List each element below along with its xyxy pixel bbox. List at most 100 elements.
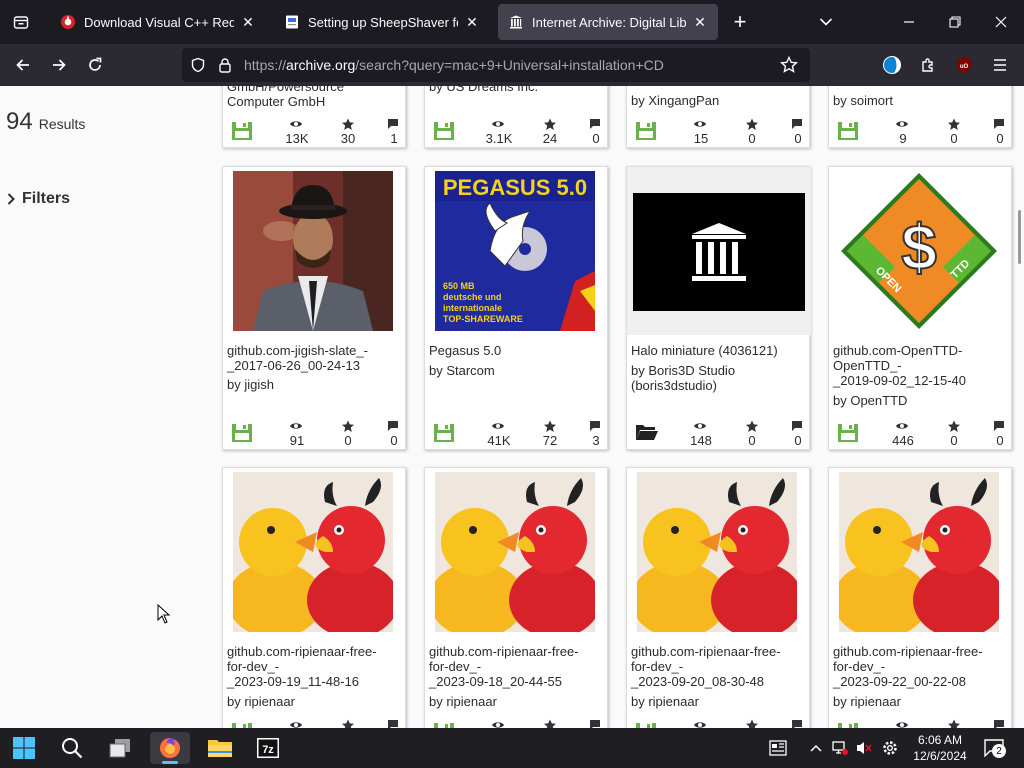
reload-button[interactable] [80,50,110,80]
views-eye-icon [895,718,909,728]
close-window-button[interactable] [978,0,1024,44]
result-card[interactable]: github.com-ripienaar-free- for-dev_- _20… [626,467,810,728]
tab-title: Setting up SheepShaver for Win [308,14,458,30]
result-card[interactable]: by XingangPan 15 0 0 [626,86,810,148]
item-thumbnail-rubber-ducks[interactable] [435,472,595,632]
item-title[interactable]: github.com-ripienaar-free- for-dev_- _20… [227,644,403,689]
tab-visual-cpp[interactable]: Download Visual C++ Redistrib ✕ [50,4,266,40]
item-creator[interactable]: by US Dreams Inc. [429,86,605,94]
app-menu-button[interactable] [985,50,1015,80]
result-card[interactable]: by US Dreams Inc. 3.1K 24 0 [424,86,608,148]
taskbar-search-button[interactable] [52,732,92,764]
tab-internet-archive[interactable]: Internet Archive: Digital Library ✕ [498,4,718,40]
item-stats: 446 0 0 [829,419,1013,449]
item-thumbnail-archive-logo[interactable] [633,193,805,311]
back-button[interactable] [8,50,38,80]
address-bar[interactable]: https://archive.org/search?query=mac+9+U… [182,48,810,82]
item-title[interactable]: github.com-ripienaar-free- for-dev_- _20… [833,644,1009,689]
result-card[interactable]: PEGASUS 5.0 650 MB deutsche und internat… [424,166,608,450]
result-card[interactable]: github.com-jigish-slate_- _2017-06-26_00… [222,166,406,450]
favorites-star-icon [543,117,557,131]
opera-red-icon [60,14,76,30]
notification-center-button[interactable]: 2 [982,738,1008,758]
list-all-tabs-button[interactable] [812,8,840,36]
reload-icon [89,57,102,71]
close-tab-icon[interactable]: ✕ [464,14,480,30]
tracking-protection-shield-icon[interactable] [190,57,206,78]
item-thumbnail-rubber-ducks[interactable] [637,472,797,632]
item-thumbnail-openttd-logo[interactable]: $ OPEN TTD [839,171,999,331]
item-creator[interactable]: by Starcom [429,363,605,378]
item-creator[interactable]: by jigish [227,377,403,392]
vpn-extension-button[interactable] [877,50,907,80]
views-eye-icon [289,419,303,433]
item-title[interactable]: Pegasus 5.0 [429,343,605,358]
views-eye-icon [289,117,303,131]
item-thumbnail-rubber-ducks[interactable] [839,472,999,632]
item-creator[interactable]: by ripienaar [227,694,403,709]
item-creator[interactable]: by OpenTTD [833,393,1009,408]
views-eye-icon [693,419,707,433]
item-title[interactable]: Halo miniature (4036121) [631,343,807,358]
item-thumbnail-portrait[interactable] [233,171,393,331]
close-tab-icon[interactable]: ✕ [692,14,708,30]
result-card[interactable]: GmbH/Powersource Computer GmbH 13K 30 1 [222,86,406,148]
url-text[interactable]: https://archive.org/search?query=mac+9+U… [244,57,664,73]
item-stats: 148 0 0 [627,419,811,449]
item-title[interactable]: github.com-ripienaar-free- for-dev_- _20… [631,644,807,689]
item-title[interactable]: GmbH/Powersource Computer GmbH [227,86,403,109]
item-title[interactable]: github.com-jigish-slate_- _2017-06-26_00… [227,343,403,373]
reviews-comment-icon [387,718,399,728]
chevron-up-icon[interactable] [806,738,826,758]
firefox-view-button[interactable] [0,0,42,44]
bookmark-star-icon[interactable] [779,55,799,79]
item-creator[interactable]: by soimort [833,93,1009,108]
settings-gear-icon[interactable] [880,738,900,758]
result-card[interactable]: github.com-ripienaar-free- for-dev_- _20… [424,467,608,728]
url-path: /search?query=mac+9+Universal+installati… [355,57,664,73]
result-card[interactable]: $ OPEN TTD github.com-OpenTTD- OpenTTD_-… [828,166,1012,450]
extensions-button[interactable] [913,50,943,80]
page-icon [284,14,300,30]
forward-button[interactable] [44,50,74,80]
item-creator[interactable]: by ripienaar [833,694,1009,709]
item-creator[interactable]: by Boris3D Studio (boris3dstudio) [631,363,807,393]
item-thumbnail-pegasus-cover[interactable]: PEGASUS 5.0 650 MB deutsche und internat… [435,171,595,331]
page-scrollbar-thumb[interactable] [1018,210,1021,264]
views-eye-icon [895,419,909,433]
favorites-star-icon [341,718,355,728]
new-tab-button[interactable]: + [726,8,754,36]
views-eye-icon [289,718,303,728]
navigation-toolbar: https://archive.org/search?query=mac+9+U… [0,44,1024,86]
item-title[interactable]: github.com-ripienaar-free- for-dev_- _20… [429,644,605,689]
result-card[interactable]: github.com-ripienaar-free- for-dev_- _20… [828,467,1012,728]
views-count: 41K [487,433,511,448]
taskbar-7zip[interactable]: 7z [248,732,288,764]
item-title[interactable]: github.com-OpenTTD- OpenTTD_- _2019-09-0… [833,343,1009,388]
system-clock[interactable]: 6:06 AM 12/6/2024 [910,732,970,764]
task-view-button[interactable] [100,732,140,764]
taskbar-file-explorer[interactable] [200,732,240,764]
item-thumbnail-rubber-ducks[interactable] [233,472,393,632]
tab-sheepshaver[interactable]: Setting up SheepShaver for Win ✕ [274,4,490,40]
item-creator[interactable]: by ripienaar [429,694,605,709]
filters-toggle[interactable]: Filters [6,190,70,208]
ublock-shield-icon: uO [957,57,971,73]
network-icon[interactable] [830,738,850,758]
result-card[interactable]: Halo miniature (4036121) by Boris3D Stud… [626,166,811,450]
reviews-count: 1 [390,131,398,146]
taskbar-firefox[interactable] [150,732,190,764]
item-creator[interactable]: by XingangPan [631,93,807,108]
ublock-extension-button[interactable]: uO [949,50,979,80]
result-card[interactable]: by soimort 9 0 0 [828,86,1012,148]
vpn-globe-icon [883,56,901,74]
restore-button[interactable] [932,0,978,44]
lock-icon[interactable] [218,57,232,78]
volume-muted-icon[interactable] [854,738,874,758]
result-card[interactable]: github.com-ripienaar-free- for-dev_- _20… [222,467,406,728]
minimize-button[interactable] [886,0,932,44]
item-creator[interactable]: by ripienaar [631,694,807,709]
close-tab-icon[interactable]: ✕ [240,14,256,30]
widgets-news-icon[interactable] [768,738,788,758]
start-button[interactable] [4,732,44,764]
